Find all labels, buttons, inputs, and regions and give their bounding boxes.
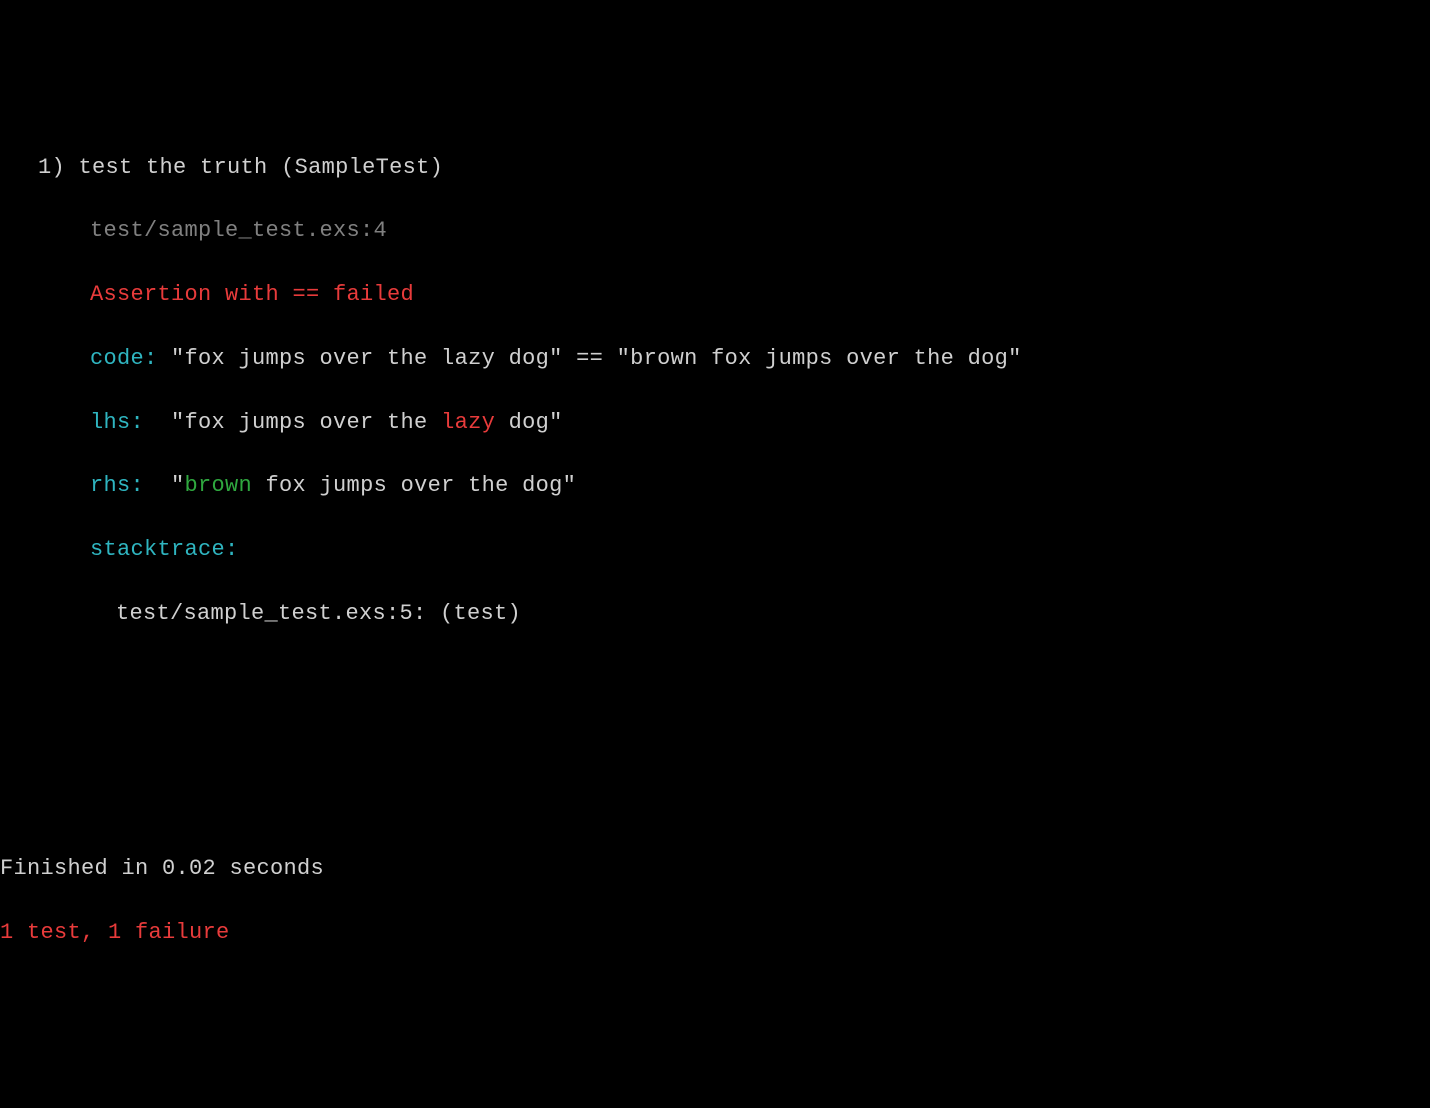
rhs-label: rhs: <box>90 473 158 498</box>
file-location: test/sample_test.exs:4 <box>90 218 387 243</box>
summary-text: 1 test, 1 failure <box>0 920 230 945</box>
lhs-line: lhs: "fox jumps over the lazy dog" <box>0 407 1430 439</box>
summary-line: 1 test, 1 failure <box>0 917 1430 949</box>
code-label: code: <box>90 346 158 371</box>
stacktrace-label-line: stacktrace: <box>0 534 1430 566</box>
rhs-line: rhs: "brown fox jumps over the dog" <box>0 470 1430 502</box>
blank-line-2 <box>0 726 1430 758</box>
code-line: code: "fox jumps over the lazy dog" == "… <box>0 343 1430 375</box>
lhs-suffix: dog" <box>495 410 563 435</box>
rhs-prefix: " <box>158 473 185 498</box>
stacktrace-line: test/sample_test.exs:5: (test) <box>0 598 1430 630</box>
stacktrace-entry: test/sample_test.exs:5: (test) <box>116 601 521 626</box>
assertion-error-line: Assertion with == failed <box>0 279 1430 311</box>
code-expression: "fox jumps over the lazy dog" == "brown … <box>158 346 1022 371</box>
blank-line-3 <box>0 789 1430 821</box>
lhs-prefix: "fox jumps over the <box>158 410 442 435</box>
blank-line-1 <box>0 662 1430 694</box>
finished-line: Finished in 0.02 seconds <box>0 853 1430 885</box>
file-location-line: test/sample_test.exs:4 <box>0 215 1430 247</box>
rhs-diff-word: brown <box>185 473 253 498</box>
assertion-error: Assertion with == failed <box>90 282 414 307</box>
stacktrace-label: stacktrace: <box>90 537 239 562</box>
test-header-line: 1) test the truth (SampleTest) <box>0 152 1430 184</box>
finished-text: Finished in 0.02 seconds <box>0 856 324 881</box>
test-title: test the truth (SampleTest) <box>79 155 444 180</box>
rhs-suffix: fox jumps over the dog" <box>252 473 576 498</box>
lhs-diff-word: lazy <box>441 410 495 435</box>
lhs-label: lhs: <box>90 410 158 435</box>
test-number: 1) <box>38 155 65 180</box>
